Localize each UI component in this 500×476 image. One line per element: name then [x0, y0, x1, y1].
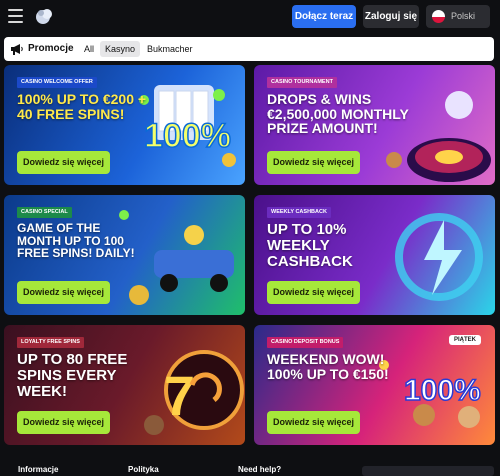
card-tag: Casino Special [17, 207, 72, 218]
learn-more-button[interactable]: Dowiedz się więcej [17, 281, 110, 304]
megaphone-icon [10, 42, 24, 56]
card-headline: GAME OF THE MONTH UP TO 100 FREE SPINS! … [17, 221, 135, 261]
learn-more-button[interactable]: Dowiedz się więcej [17, 151, 110, 174]
day-badge: PIĄTEK [448, 335, 481, 345]
tab-all[interactable]: All [79, 41, 99, 57]
footer-info-heading[interactable]: Informacje [18, 465, 58, 474]
learn-more-button[interactable]: Dowiedz się więcej [267, 151, 360, 174]
join-now-button[interactable]: Dołącz teraz [292, 5, 356, 28]
footer-policy-heading[interactable]: Polityka [128, 465, 159, 474]
top-bar: Dołącz teraz Zaloguj się Polski [0, 0, 500, 33]
login-button[interactable]: Zaloguj się [363, 5, 419, 28]
card-tag: Casino Deposit Bonus [267, 337, 344, 348]
learn-more-button[interactable]: Dowiedz się więcej [267, 411, 360, 434]
svg-text:100%: 100% [144, 117, 231, 155]
svg-text:7: 7 [164, 364, 195, 427]
card-tag: Weekly Cashback [267, 207, 331, 218]
card-headline: WEEKEND WOW! 100% UP TO €150! [267, 351, 389, 382]
promo-card-loyalty-spins[interactable]: 7 Loyalty Free Spins UP TO 80 FREE SPINS… [4, 325, 245, 445]
footer: Informacje Polityka Need help? [0, 462, 500, 476]
learn-more-button[interactable]: Dowiedz się więcej [267, 281, 360, 304]
card-tag: Loyalty Free Spins [17, 337, 84, 348]
footer-help-heading[interactable]: Need help? [238, 465, 281, 474]
card-headline: UP TO 80 FREE SPINS EVERY WEEK! [17, 351, 128, 400]
promo-card-deposit-bonus[interactable]: 100% PIĄTEK Casino Deposit Bonus WEEKEND… [254, 325, 495, 445]
card-tag: Casino Welcome Offer [17, 77, 97, 88]
card-headline: UP TO 10% WEEKLY CASHBACK [267, 221, 353, 270]
logo-icon[interactable] [34, 6, 54, 26]
tab-kasyno[interactable]: Kasyno [100, 41, 141, 57]
promotions-filter-bar: Promocje All Kasyno Bukmacher [4, 37, 494, 61]
promo-card-tournament[interactable]: Casino Tournament DROPS & WINS €2,500,00… [254, 65, 495, 185]
footer-search-input[interactable] [362, 466, 494, 476]
language-label: Polski [451, 11, 476, 21]
promotions-title: Promocje [28, 43, 74, 54]
svg-text:100%: 100% [404, 374, 481, 407]
promo-card-weekly-cashback[interactable]: Weekly Cashback UP TO 10% WEEKLY CASHBAC… [254, 195, 495, 315]
card-headline: DROPS & WINS €2,500,000 MONTHLY PRIZE AM… [267, 91, 409, 137]
tab-bukmacher[interactable]: Bukmacher [142, 41, 198, 57]
card-headline: 100% UP TO €200 + 40 FREE SPINS! [17, 91, 147, 122]
learn-more-button[interactable]: Dowiedz się więcej [17, 411, 110, 434]
card-tag: Casino Tournament [267, 77, 337, 88]
menu-icon[interactable] [8, 9, 23, 23]
poland-flag-icon [432, 10, 445, 23]
language-selector[interactable]: Polski [426, 5, 490, 28]
promo-card-welcome-offer[interactable]: 100% Casino Welcome Offer 100% UP TO €20… [4, 65, 245, 185]
promo-card-game-of-month[interactable]: Casino Special GAME OF THE MONTH UP TO 1… [4, 195, 245, 315]
